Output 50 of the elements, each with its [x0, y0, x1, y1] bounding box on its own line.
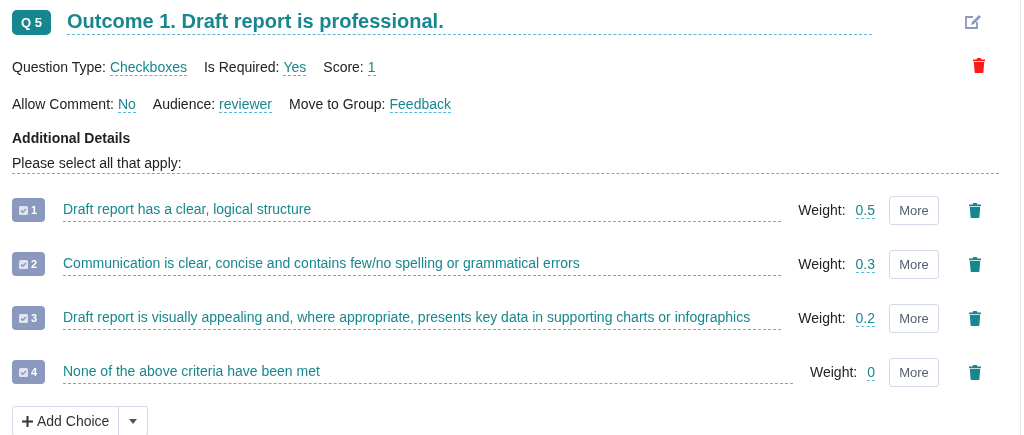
choice-text[interactable]: None of the above criteria have been met: [63, 360, 793, 384]
choice-number-badge: 4: [12, 360, 45, 384]
dropdown-button[interactable]: [119, 406, 149, 435]
checkbox-icon: [19, 205, 28, 215]
caret-icon: [129, 418, 138, 424]
field-label: Question Type:: [12, 58, 106, 75]
more-button[interactable]: More: [889, 303, 939, 333]
more-button[interactable]: More: [889, 249, 939, 279]
weight-label: Weight:: [798, 256, 846, 272]
field-value-link[interactable]: No: [117, 95, 136, 113]
field-value-link[interactable]: Feedback: [389, 95, 451, 113]
question-title[interactable]: Outcome 1. Draft report is professional.: [66, 9, 872, 35]
question-number-badge: Q 5: [12, 9, 51, 35]
field-value-link[interactable]: Yes: [283, 58, 307, 76]
delete-icon[interactable]: [968, 310, 982, 326]
checkbox-icon: [19, 259, 28, 269]
delete-icon[interactable]: [972, 57, 986, 73]
field-label: Score:: [323, 58, 364, 75]
more-button[interactable]: More: [889, 195, 939, 225]
field-label: Is Required:: [203, 58, 280, 75]
delete-icon[interactable]: [968, 202, 982, 218]
field-value-link[interactable]: Checkboxes: [109, 58, 187, 76]
choice-text[interactable]: Communication is clear, concise and contains few/no spelling or grammatical errors: [63, 252, 782, 276]
edit-icon[interactable]: [964, 14, 982, 30]
weight-label: Weight:: [798, 202, 846, 218]
weight-value-link[interactable]: 0.5: [855, 201, 875, 219]
field-value-link[interactable]: 1: [367, 58, 376, 76]
checkbox-icon: [19, 313, 28, 323]
weight-value-link[interactable]: 0.3: [855, 255, 875, 273]
checkbox-icon: [19, 367, 28, 377]
delete-icon[interactable]: [968, 256, 982, 272]
add-choice-button[interactable]: Add Choice: [12, 406, 120, 435]
choice-number-badge: 2: [12, 252, 45, 276]
field-value-link[interactable]: reviewer: [219, 95, 272, 113]
weight-value-link[interactable]: 0: [867, 363, 875, 381]
choice-number-badge: 3: [12, 306, 45, 330]
section-heading: Additional Details: [12, 130, 132, 146]
weight-value-link[interactable]: 0.2: [855, 309, 875, 327]
plus-icon: [22, 415, 33, 427]
choice-text[interactable]: Draft report has a clear, logical structure: [63, 198, 782, 222]
weight-label: Weight:: [798, 310, 846, 326]
choice-number-badge: 1: [12, 198, 45, 222]
field-label: Move to Group:: [289, 95, 386, 112]
prompt-text[interactable]: Please select all that apply:: [12, 155, 999, 174]
delete-icon[interactable]: [968, 364, 982, 380]
field-label: Audience:: [152, 95, 216, 112]
field-label: Allow Comment:: [12, 95, 114, 112]
more-button[interactable]: More: [889, 357, 939, 387]
weight-label: Weight:: [810, 364, 858, 380]
choice-text[interactable]: Draft report is visually appealing and, where appropriate, presents key data in supporting charts or infographics: [63, 306, 782, 330]
